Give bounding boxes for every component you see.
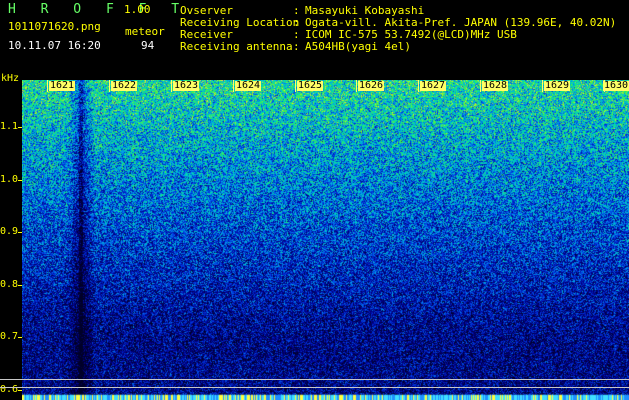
reference-line: [0, 387, 629, 388]
x-tick-mark: [295, 80, 296, 92]
y-tick-label: 0.9: [0, 226, 19, 238]
y-tick-mark: [18, 390, 22, 391]
x-tick-mark: [542, 80, 543, 92]
y-tick-mark: [18, 337, 22, 338]
x-tick-mark: [418, 80, 419, 92]
app-version: 1.00: [124, 3, 151, 16]
x-tick-label: 1626: [358, 80, 385, 91]
app-title: H R O F F T: [8, 2, 188, 17]
y-tick-label: 0.7: [0, 331, 19, 343]
y-tick-label: 0.8: [0, 278, 19, 290]
x-tick-label: 1628: [482, 80, 509, 91]
antenna-label: Receiving antenna: [180, 40, 293, 53]
observer-separator: :: [293, 4, 300, 17]
receiver-separator: :: [293, 28, 300, 41]
x-tick-label: 1627: [420, 80, 447, 91]
x-tick-mark: [480, 80, 481, 92]
location-separator: :: [293, 16, 300, 29]
x-tick-label: 1623: [173, 80, 200, 91]
x-tick-mark: [47, 80, 48, 92]
x-tick-mark: [109, 80, 110, 92]
spectrogram-canvas: [22, 80, 629, 400]
frequency-unit-label: kHz: [1, 73, 20, 84]
y-tick-label: 1.1: [0, 121, 19, 133]
file-name: 1011071620.png: [8, 20, 101, 33]
hrofft-window: H R O F F T 1.00 1011071620.png 10.11.07…: [0, 0, 629, 400]
y-tick-mark: [18, 232, 22, 233]
observer-label: Ovserver: [180, 4, 233, 17]
meteor-label: meteor: [125, 25, 165, 38]
x-tick-mark: [233, 80, 234, 92]
observer-value: Masayuki Kobayashi: [305, 4, 425, 17]
x-tick-label: 1621: [49, 80, 76, 91]
y-tick-label: 1.0: [0, 173, 19, 185]
x-tick-label: 1622: [111, 80, 138, 91]
y-tick-mark: [18, 127, 22, 128]
location-value: Ogata-vill. Akita-Pref. JAPAN (139.96E, …: [305, 16, 617, 29]
y-tick-mark: [18, 285, 22, 286]
x-tick-mark: [171, 80, 172, 92]
x-tick-label: 1630: [603, 80, 629, 91]
meteor-count: 94: [141, 39, 155, 52]
reference-line: [0, 379, 629, 380]
location-label: Receiving Location: [180, 16, 300, 29]
antenna-value: A504HB(yagi 4el): [305, 40, 411, 53]
x-tick-label: 1624: [235, 80, 262, 91]
y-tick-mark: [18, 180, 22, 181]
receiver-label: Receiver: [180, 28, 233, 41]
x-tick-label: 1625: [297, 80, 324, 91]
timestamp: 10.11.07 16:20: [8, 39, 101, 52]
receiver-value: ICOM IC-575 53.7492(@LCD)MHz USB: [305, 28, 517, 41]
antenna-separator: :: [293, 40, 300, 53]
x-tick-mark: [356, 80, 357, 92]
y-tick-label: 0.6: [0, 383, 19, 395]
x-tick-label: 1629: [544, 80, 571, 91]
